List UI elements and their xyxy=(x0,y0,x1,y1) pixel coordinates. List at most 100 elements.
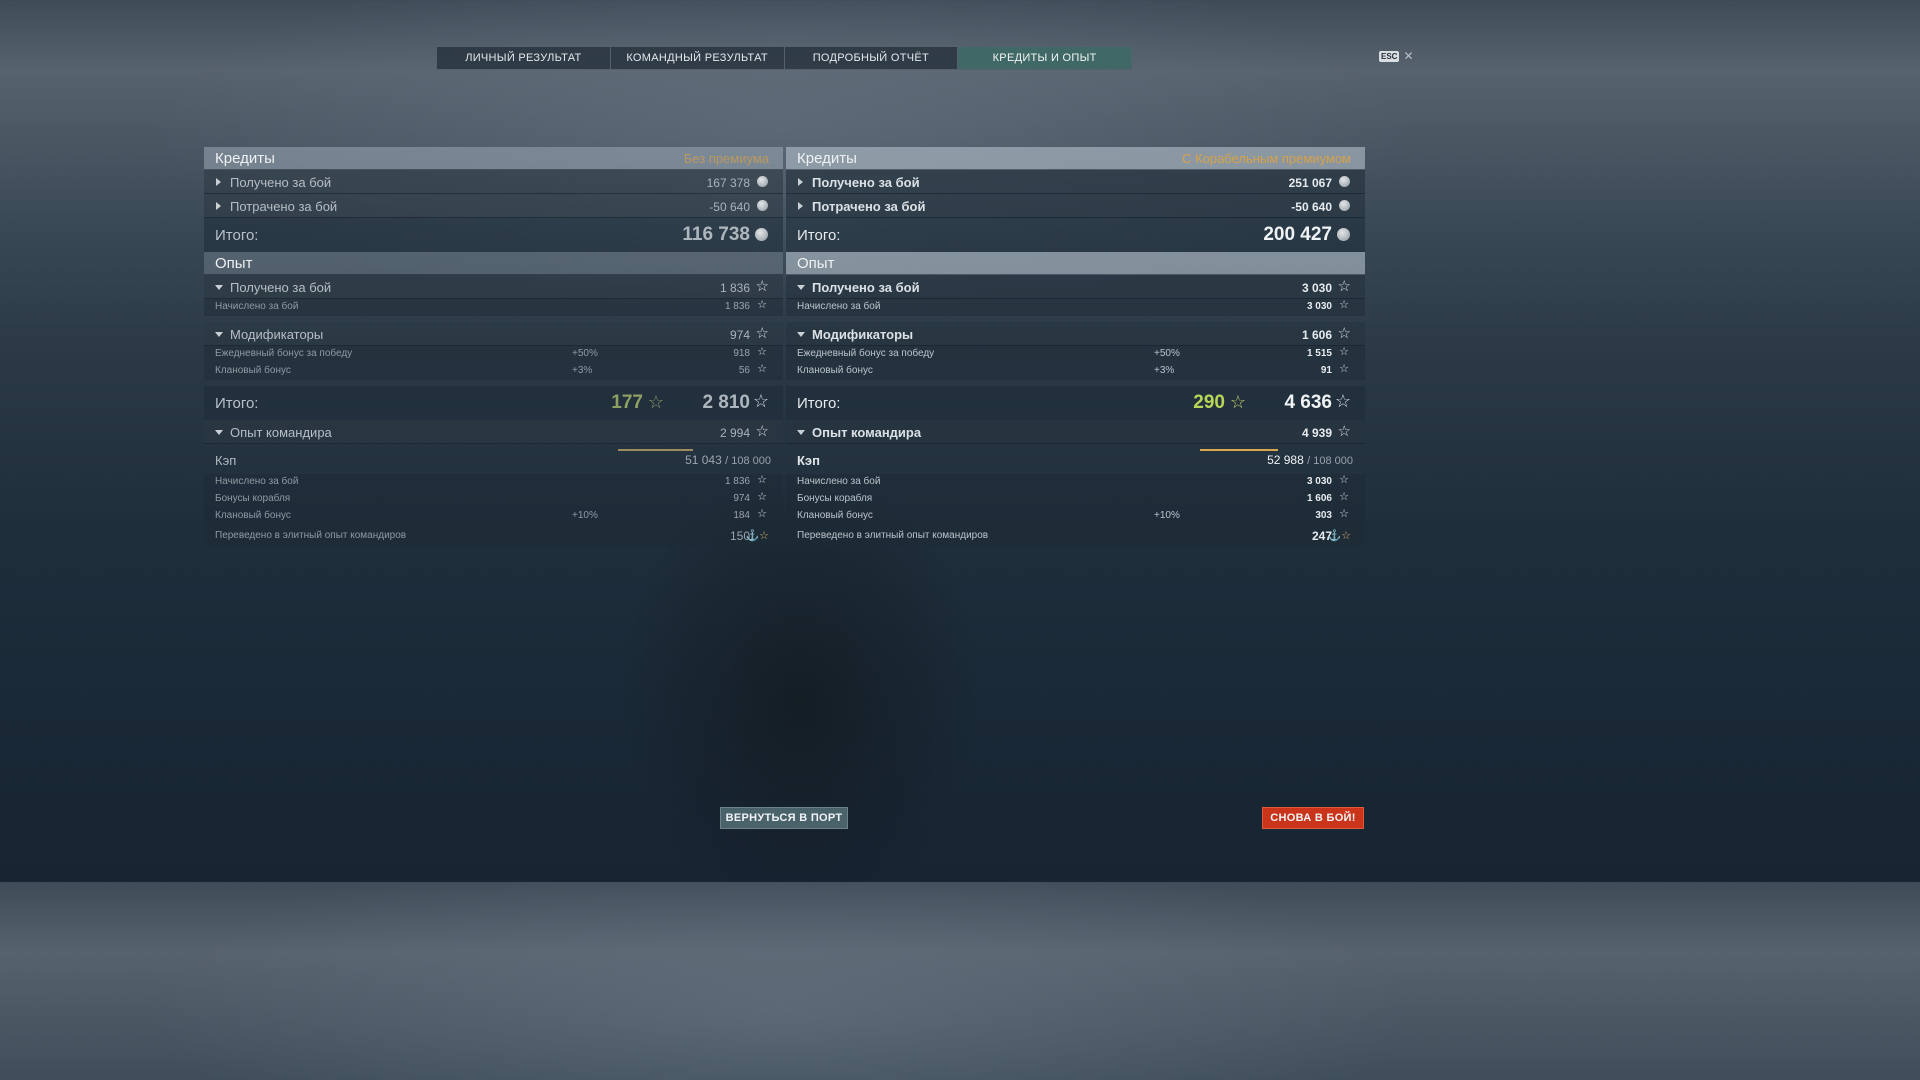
xp-accrued-value: 3 030 xyxy=(1306,301,1332,312)
chevron-down-icon[interactable] xyxy=(215,430,223,435)
star-icon: ☆ xyxy=(1334,391,1351,411)
star-icon: ☆ xyxy=(1339,363,1349,375)
star-icon: ☆ xyxy=(757,508,767,520)
credits-spent-label: Потрачено за бой xyxy=(230,199,338,214)
credits-spent-label: Потрачено за бой xyxy=(812,199,926,214)
free-xp-star-icon: ☆ xyxy=(1229,392,1246,412)
tab-detailed-report[interactable]: ПОДРОБНЫЙ ОТЧЁТ xyxy=(785,47,959,69)
ship-bonus-label: Бонусы корабля xyxy=(215,493,291,504)
clan-bonus-value: 91 xyxy=(1320,365,1332,376)
commander-xp-row[interactable]: Опыт командира 4 939 ☆ xyxy=(786,420,1365,444)
cmd-accrued-row: Начислено за бой 1 836 ☆ xyxy=(204,474,783,491)
star-icon: ☆ xyxy=(757,474,767,486)
xp-accrued-row: Начислено за бой 1 836 ☆ xyxy=(204,299,783,316)
modifiers-row[interactable]: Модификаторы 974 ☆ xyxy=(204,322,783,346)
xp-received-row[interactable]: Получено за бой 3 030 ☆ xyxy=(786,275,1365,299)
captain-label: Кэп xyxy=(797,453,820,468)
xp-title: Опыт xyxy=(215,255,253,272)
xp-received-value: 1 836 xyxy=(719,281,750,295)
daily-bonus-value: 918 xyxy=(733,348,750,359)
star-icon: ☆ xyxy=(1339,508,1349,520)
chevron-right-icon[interactable] xyxy=(798,202,803,210)
credits-title: Кредиты xyxy=(797,150,857,167)
commander-xp-label: Опыт командира xyxy=(230,425,332,440)
results-tabs: ЛИЧНЫЙ РЕЗУЛЬТАТ КОМАНДНЫЙ РЕЗУЛЬТАТ ПОД… xyxy=(436,46,1132,70)
credits-total-label: Итого: xyxy=(797,227,841,244)
free-xp-value: 177 xyxy=(611,392,643,413)
credits-spent-value: -50 640 xyxy=(709,200,750,214)
chevron-down-icon[interactable] xyxy=(215,285,223,290)
xp-title: Опыт xyxy=(797,255,835,272)
credits-received-row[interactable]: Получено за бой 251 067 xyxy=(786,170,1365,194)
credits-total-row: Итого: 116 738 xyxy=(204,218,783,252)
xp-total-label: Итого: xyxy=(797,395,841,412)
credits-header: Кредиты Без премиума xyxy=(204,147,783,170)
credits-received-row[interactable]: Получено за бой 167 378 xyxy=(204,170,783,194)
chevron-down-icon[interactable] xyxy=(797,430,805,435)
tab-personal-result[interactable]: ЛИЧНЫЙ РЕЗУЛЬТАТ xyxy=(437,47,611,69)
return-to-port-button[interactable]: ВЕРНУТЬСЯ В ПОРТ xyxy=(720,807,848,829)
xp-total-label: Итого: xyxy=(215,395,259,412)
chevron-down-icon[interactable] xyxy=(797,285,805,290)
xp-received-value: 3 030 xyxy=(1301,281,1332,295)
star-icon: ☆ xyxy=(752,391,769,411)
credits-spent-row[interactable]: Потрачено за бой -50 640 xyxy=(204,194,783,218)
daily-bonus-row: Ежедневный бонус за победу +50% 1 515 ☆ xyxy=(786,346,1365,363)
xp-accrued-label: Начислено за бой xyxy=(215,301,299,312)
captain-row: Кэп 52 988 / 108 000 xyxy=(786,444,1365,474)
credits-total-value: 200 427 xyxy=(1263,224,1332,245)
xp-received-label: Получено за бой xyxy=(230,280,332,295)
modifiers-label: Модификаторы xyxy=(230,327,324,342)
chevron-down-icon[interactable] xyxy=(797,332,805,337)
panel-no-premium: Кредиты Без премиума Получено за бой 167… xyxy=(204,147,783,547)
chevron-right-icon[interactable] xyxy=(216,202,221,210)
captain-row: Кэп 51 043 / 108 000 xyxy=(204,444,783,474)
modifiers-row[interactable]: Модификаторы 1 606 ☆ xyxy=(786,322,1365,346)
cmd-clan-bonus-percent: +10% xyxy=(572,510,598,521)
xp-total-row: Итого: 290 ☆ 4 636 ☆ xyxy=(786,386,1365,420)
commander-xp-label: Опыт командира xyxy=(812,425,922,440)
close-icon[interactable]: ✕ xyxy=(1403,49,1413,63)
credits-spent-value: -50 640 xyxy=(1291,200,1332,214)
esc-close-button[interactable]: ESC ✕ xyxy=(1379,49,1414,63)
captain-xp-progress-bar xyxy=(1200,449,1278,451)
elite-xp-label: Переведено в элитный опыт командиров xyxy=(797,530,989,541)
chevron-right-icon[interactable] xyxy=(798,178,803,186)
elite-xp-row: Переведено в элитный опыт командиров 247… xyxy=(786,525,1365,547)
star-icon: ☆ xyxy=(1339,346,1349,358)
star-icon: ☆ xyxy=(757,299,767,311)
tab-credits-and-xp[interactable]: КРЕДИТЫ И ОПЫТ xyxy=(958,47,1131,69)
cmd-clan-bonus-row: Клановый бонус +10% 303 ☆ xyxy=(786,508,1365,525)
tab-team-result[interactable]: КОМАНДНЫЙ РЕЗУЛЬТАТ xyxy=(611,47,785,69)
chevron-right-icon[interactable] xyxy=(216,178,221,186)
ship-bonus-value: 974 xyxy=(733,493,750,504)
xp-accrued-value: 1 836 xyxy=(724,301,750,312)
clan-bonus-value: 56 xyxy=(738,365,750,376)
star-icon: ☆ xyxy=(755,325,769,342)
cmd-clan-bonus-label: Клановый бонус xyxy=(797,510,873,521)
ship-bonus-row: Бонусы корабля 974 ☆ xyxy=(204,491,783,508)
daily-bonus-row: Ежедневный бонус за победу +50% 918 ☆ xyxy=(204,346,783,363)
credits-received-value: 251 067 xyxy=(1288,176,1332,190)
chevron-down-icon[interactable] xyxy=(215,332,223,337)
star-icon: ☆ xyxy=(757,491,767,503)
credits-spent-row[interactable]: Потрачено за бой -50 640 xyxy=(786,194,1365,218)
ship-bonus-value: 1 606 xyxy=(1306,493,1332,504)
captain-xp-progress-bar xyxy=(618,449,693,451)
esc-key-icon: ESC xyxy=(1379,50,1400,62)
elite-xp-label: Переведено в элитный опыт командиров xyxy=(215,530,407,541)
credits-received-label: Получено за бой xyxy=(230,175,332,190)
cmd-clan-bonus-label: Клановый бонус xyxy=(215,510,291,521)
free-xp-star-icon: ☆ xyxy=(647,392,664,412)
xp-received-row[interactable]: Получено за бой 1 836 ☆ xyxy=(204,275,783,299)
clan-bonus-percent: +3% xyxy=(1154,365,1175,376)
credit-coin-icon xyxy=(755,228,768,241)
star-icon: ☆ xyxy=(755,278,769,295)
captain-xp-max: / 108 000 xyxy=(1307,455,1353,467)
commander-xp-row[interactable]: Опыт командира 2 994 ☆ xyxy=(204,420,783,444)
credits-title: Кредиты xyxy=(215,150,275,167)
captain-label: Кэп xyxy=(215,453,237,468)
battle-again-button[interactable]: СНОВА В БОЙ! xyxy=(1262,807,1364,829)
panel-ship-premium: Кредиты С Корабельным премиумом Получено… xyxy=(786,147,1365,547)
ship-bonus-label: Бонусы корабля xyxy=(797,493,873,504)
